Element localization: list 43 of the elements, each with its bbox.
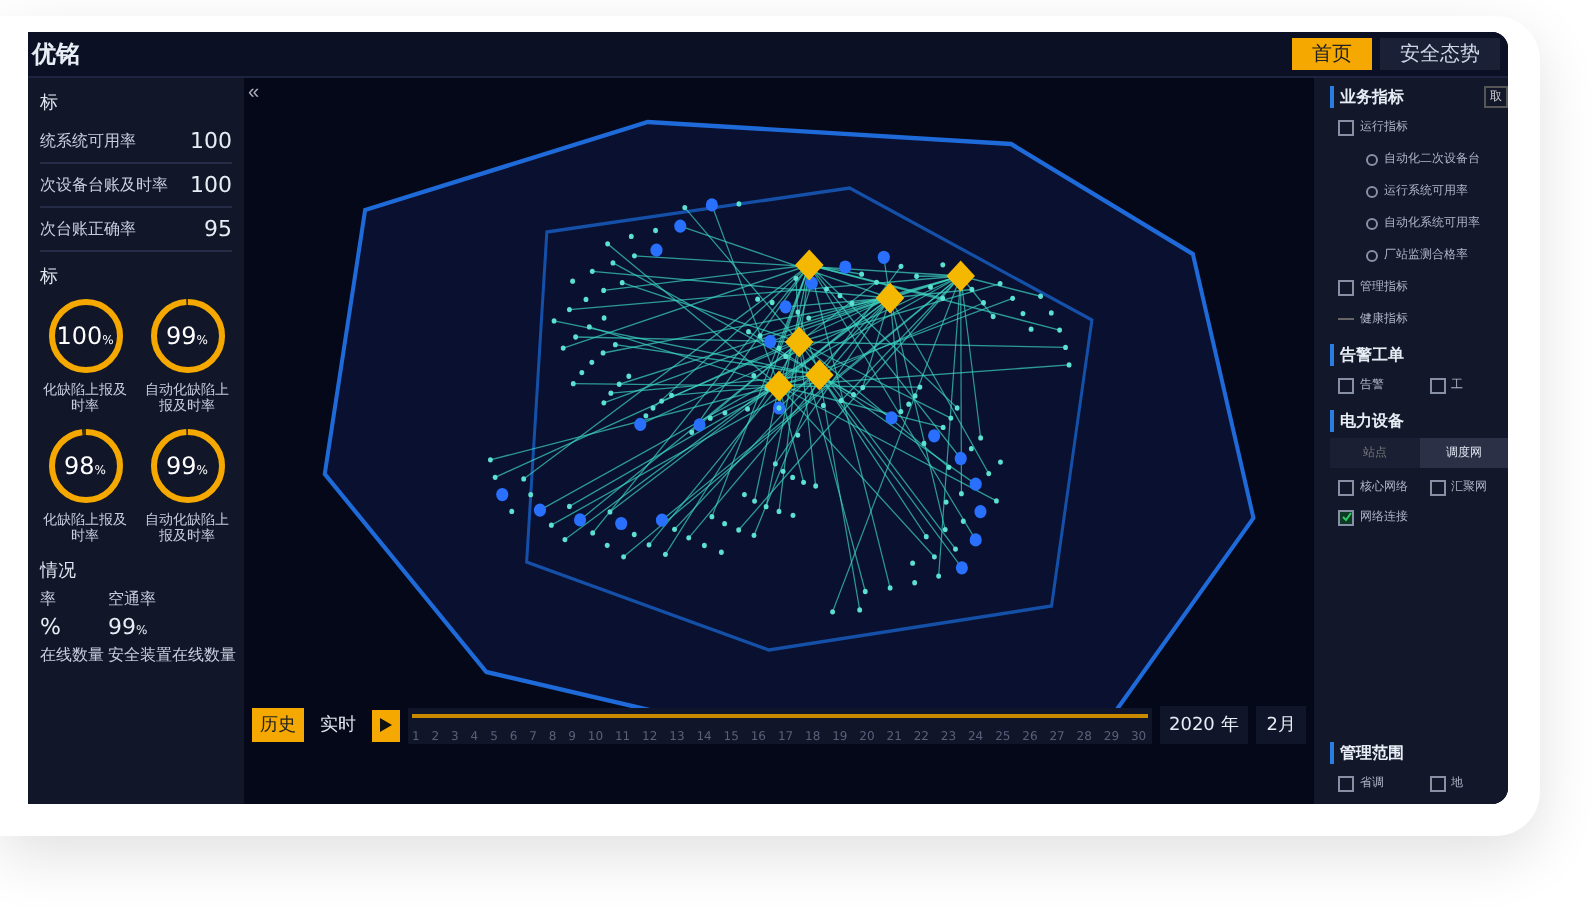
checkbox[interactable] [1429,479,1445,495]
circle-icon [1366,217,1378,229]
logo-text: 优铭 [32,37,80,71]
play-button[interactable] [372,709,400,741]
circle-icon [1366,185,1378,197]
dash-icon [1338,318,1354,320]
mode-tab[interactable]: 实时 [312,708,364,742]
checkbox[interactable] [1338,377,1354,393]
play-icon [380,718,392,732]
section-title: 告警工单 [1330,344,1404,366]
check-icon [1341,512,1351,522]
checkbox[interactable] [1338,119,1354,135]
checkbox[interactable] [1338,279,1354,295]
month-label: 2月 [1256,706,1306,744]
checkbox[interactable] [1338,509,1354,525]
nav-tab[interactable]: 首页 [1292,38,1372,70]
checkbox[interactable] [1429,775,1445,791]
section-title: 标 [40,265,60,292]
section-title: 业务指标 [1330,86,1404,108]
metric-label: 统系统可用率 [40,130,136,152]
nav-tab[interactable]: 安全态势 [1380,38,1500,70]
collapse-button[interactable]: « [248,82,260,104]
stat-label: 空通率 [108,587,158,610]
metric-label: 次设备台账及时率 [40,174,168,196]
section-title: 情况 [40,559,78,586]
metric-value: 100 [190,128,232,154]
section-title: 管理范围 [1330,742,1404,764]
section-title: 标 [40,91,60,118]
checkbox[interactable] [1429,377,1445,393]
section-title: 电力设备 [1330,410,1404,432]
circle-icon [1366,249,1378,261]
checkbox[interactable] [1338,479,1354,495]
stat-footer: 安全装置在线数量 [108,643,236,666]
metric-value: 95 [204,216,232,242]
circle-icon [1366,153,1378,165]
stat-footer: 在线数量 [40,643,104,666]
metric-value: 100 [190,172,232,198]
checkbox[interactable] [1338,775,1354,791]
mode-tab[interactable]: 历史 [252,708,304,742]
year-label: 2020 年 [1159,706,1249,744]
stat-value: % [40,613,63,640]
stat-label: 率 [40,587,58,610]
metric-label: 次台账正确率 [40,218,136,240]
